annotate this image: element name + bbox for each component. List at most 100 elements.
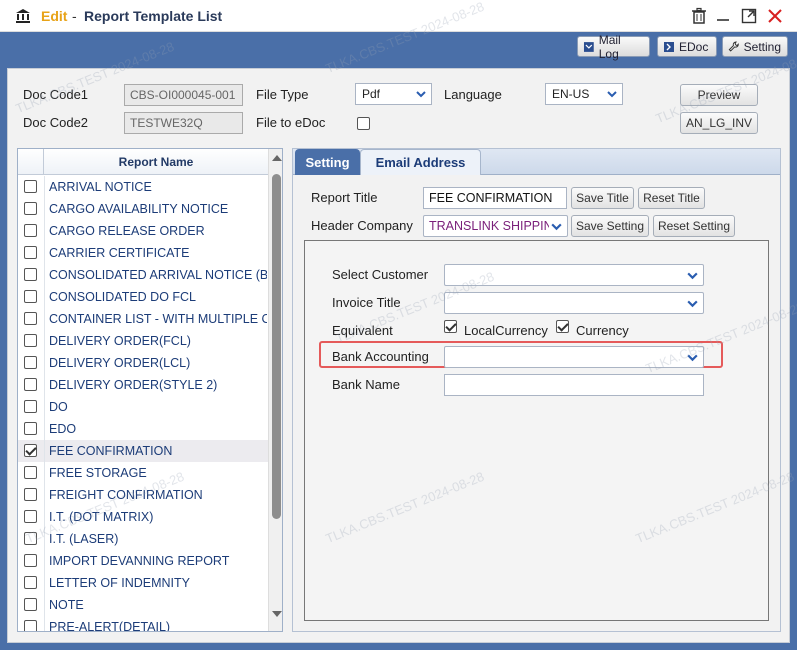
report-item-checkbox[interactable]: [24, 620, 37, 631]
row-divider: [44, 264, 45, 286]
file-type-select[interactable]: Pdf: [355, 83, 432, 105]
report-item-checkbox[interactable]: [24, 356, 37, 369]
report-list-item[interactable]: CARRIER CERTIFICATE: [18, 242, 268, 264]
report-item-name: IMPORT DEVANNING REPORT: [49, 554, 230, 568]
report-list-item[interactable]: CONSOLIDATED ARRIVAL NOTICE (BIL: [18, 264, 268, 286]
report-item-checkbox[interactable]: [24, 400, 37, 413]
language-select[interactable]: EN-US: [545, 83, 623, 105]
save-title-button[interactable]: Save Title: [571, 187, 634, 209]
template-code-button[interactable]: AN_LG_INV: [680, 112, 758, 134]
report-item-name: PRE-ALERT(DETAIL): [49, 620, 171, 632]
report-item-checkbox[interactable]: [24, 510, 37, 523]
close-icon[interactable]: [766, 7, 784, 25]
report-item-checkbox[interactable]: [24, 268, 37, 281]
file-to-edoc-label: File to eDoc: [256, 115, 326, 130]
report-item-name: DO: [49, 400, 68, 414]
report-item-checkbox[interactable]: [24, 202, 37, 215]
mail-log-label: Mail Log: [598, 32, 621, 61]
title-separator: -: [72, 8, 77, 24]
report-item-checkbox[interactable]: [24, 290, 37, 303]
report-list-item[interactable]: PRE-ALERT(DETAIL): [18, 616, 268, 632]
report-list-item[interactable]: CARGO RELEASE ORDER: [18, 220, 268, 242]
maximize-icon[interactable]: [740, 7, 758, 25]
minimize-icon[interactable]: [714, 7, 732, 25]
report-list-item[interactable]: CARGO AVAILABILITY NOTICE: [18, 198, 268, 220]
doc-code2-field[interactable]: TESTWE32Q: [124, 112, 243, 134]
report-item-checkbox[interactable]: [24, 554, 37, 567]
bank-name-input[interactable]: [444, 374, 704, 396]
file-to-edoc-checkbox[interactable]: [357, 117, 370, 130]
select-customer-dropdown[interactable]: [444, 264, 704, 286]
report-list-item[interactable]: NOTE: [18, 594, 268, 616]
report-item-checkbox[interactable]: [24, 422, 37, 435]
report-item-checkbox[interactable]: [24, 246, 37, 259]
save-setting-button[interactable]: Save Setting: [571, 215, 649, 237]
preview-button[interactable]: Preview: [680, 84, 758, 106]
report-title-input[interactable]: FEE CONFIRMATION: [423, 187, 567, 209]
report-list-item[interactable]: FEE CONFIRMATION: [18, 440, 268, 462]
report-item-checkbox[interactable]: [24, 466, 37, 479]
edit-mode-label: Edit: [41, 8, 68, 24]
scroll-thumb[interactable]: [272, 174, 281, 519]
report-item-checkbox[interactable]: [24, 532, 37, 545]
header-company-label: Header Company: [311, 218, 413, 233]
scroll-up-arrow[interactable]: [272, 155, 282, 161]
scroll-down-arrow[interactable]: [272, 611, 282, 617]
window-title: Report Template List: [84, 8, 223, 24]
report-list-item[interactable]: FREIGHT CONFIRMATION: [18, 484, 268, 506]
edoc-button[interactable]: EDoc: [657, 36, 717, 57]
report-list-item[interactable]: ARRIVAL NOTICE: [18, 176, 268, 198]
report-item-name: NOTE: [49, 598, 84, 612]
row-divider: [44, 352, 45, 374]
report-list-item[interactable]: EDO: [18, 418, 268, 440]
report-item-name: I.T. (LASER): [49, 532, 119, 546]
report-title-label: Report Title: [311, 190, 378, 205]
tab-email-address[interactable]: Email Address: [360, 149, 481, 175]
select-all-column[interactable]: [18, 149, 44, 175]
currency-checkbox[interactable]: [556, 320, 569, 333]
report-list-item[interactable]: CONTAINER LIST - WITH MULTIPLE CO: [18, 308, 268, 330]
report-name-column-header[interactable]: Report Name: [44, 149, 268, 175]
report-list-item[interactable]: LETTER OF INDEMNITY: [18, 572, 268, 594]
local-currency-checkbox[interactable]: [444, 320, 457, 333]
report-list-item[interactable]: I.T. (DOT MATRIX): [18, 506, 268, 528]
report-item-checkbox[interactable]: [24, 378, 37, 391]
edoc-label: EDoc: [679, 39, 709, 54]
report-rows: ARRIVAL NOTICE CARGO AVAILABILITY NOTICE C…: [18, 176, 268, 632]
report-list-item[interactable]: FREE STORAGE: [18, 462, 268, 484]
report-list-item[interactable]: DELIVERY ORDER(FCL): [18, 330, 268, 352]
report-list-item[interactable]: DO: [18, 396, 268, 418]
report-item-checkbox[interactable]: [24, 598, 37, 611]
trash-icon[interactable]: [690, 7, 708, 25]
invoice-title-dropdown[interactable]: [444, 292, 704, 314]
report-list-item[interactable]: DELIVERY ORDER(STYLE 2): [18, 374, 268, 396]
reset-setting-button[interactable]: Reset Setting: [653, 215, 735, 237]
report-list-scrollbar[interactable]: [268, 149, 282, 631]
reset-title-button[interactable]: Reset Title: [638, 187, 705, 209]
report-list-item[interactable]: I.T. (LASER): [18, 528, 268, 550]
report-item-checkbox[interactable]: [24, 224, 37, 237]
report-item-name: CARRIER CERTIFICATE: [49, 246, 190, 260]
setting-button[interactable]: Setting: [722, 36, 788, 57]
bank-accounting-dropdown[interactable]: [444, 346, 704, 368]
mail-log-button[interactable]: Mail Log: [577, 33, 650, 61]
report-item-checkbox[interactable]: [24, 334, 37, 347]
mail-log-icon: [583, 41, 594, 52]
header-company-select[interactable]: TRANSLINK SHIPPIN: [423, 215, 568, 237]
bank-name-label: Bank Name: [332, 377, 400, 392]
report-item-name: DELIVERY ORDER(FCL): [49, 334, 191, 348]
report-item-checkbox[interactable]: [24, 312, 37, 325]
report-list-item[interactable]: CONSOLIDATED DO FCL: [18, 286, 268, 308]
report-item-checkbox[interactable]: [24, 576, 37, 589]
report-item-name: FEE CONFIRMATION: [49, 444, 173, 458]
report-list-item[interactable]: IMPORT DEVANNING REPORT: [18, 550, 268, 572]
row-divider: [44, 286, 45, 308]
tab-setting[interactable]: Setting: [295, 149, 360, 175]
language-value: EN-US: [552, 87, 590, 101]
chevron-down-icon: [551, 223, 562, 231]
report-item-checkbox[interactable]: [24, 488, 37, 501]
doc-code1-field[interactable]: CBS-OI000045-001: [124, 84, 243, 106]
report-list-item[interactable]: DELIVERY ORDER(LCL): [18, 352, 268, 374]
report-item-checkbox[interactable]: [24, 444, 37, 457]
report-item-checkbox[interactable]: [24, 180, 37, 193]
